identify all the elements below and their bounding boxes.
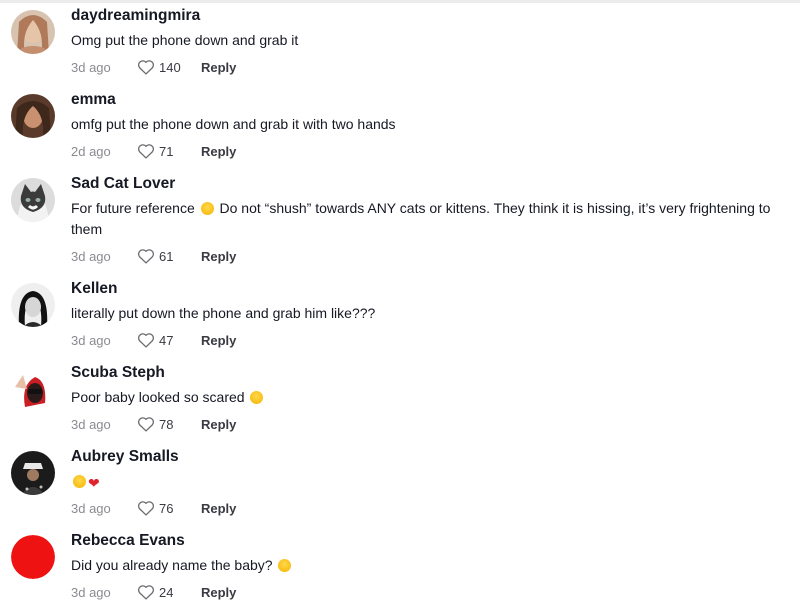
comment-text-start: For future reference <box>71 200 199 216</box>
comment-text: Did you already name the baby? <box>71 555 793 576</box>
sweat-smile-emoji <box>200 202 214 215</box>
heart-outline-icon <box>137 249 155 264</box>
like-count: 71 <box>159 143 174 159</box>
comment-meta: 3d ago 61 Reply <box>71 246 793 266</box>
comment-meta: 3d ago 78 Reply <box>71 414 793 434</box>
avatar[interactable] <box>11 94 55 138</box>
like-count: 47 <box>159 332 174 348</box>
comment-text: Omg put the phone down and grab it <box>71 32 299 48</box>
like-count: 76 <box>159 500 174 516</box>
pleading-face-emoji <box>278 559 292 572</box>
like-button[interactable]: 71 <box>137 143 193 159</box>
comment-body: Scuba Steph Poor baby looked so scared 3… <box>71 363 793 434</box>
timestamp: 3d ago <box>71 416 111 432</box>
like-count: 78 <box>159 416 174 432</box>
username[interactable]: daydreamingmira <box>71 6 793 26</box>
like-button[interactable]: 76 <box>137 500 193 516</box>
username[interactable]: Aubrey Smalls <box>71 447 793 467</box>
comment-body: Sad Cat Lover For future reference Do no… <box>71 174 793 266</box>
timestamp: 3d ago <box>71 332 111 348</box>
heart-outline-icon <box>137 60 155 75</box>
avatar[interactable] <box>11 283 55 327</box>
comment-body: Kellen literally put down the phone and … <box>71 279 793 350</box>
reply-button[interactable]: Reply <box>201 249 236 264</box>
reply-button[interactable]: Reply <box>201 501 236 516</box>
timestamp: 3d ago <box>71 59 111 75</box>
comment-text: literally put down the phone and grab hi… <box>71 305 376 321</box>
username[interactable]: Sad Cat Lover <box>71 174 793 194</box>
avatar[interactable] <box>11 535 55 579</box>
like-button[interactable]: 47 <box>137 332 193 348</box>
username[interactable]: Rebecca Evans <box>71 531 793 551</box>
comment-meta: 3d ago 24 Reply <box>71 582 793 602</box>
heart-outline-icon <box>137 333 155 348</box>
comment-text: For future reference Do not “shush” towa… <box>71 198 793 240</box>
avatar[interactable] <box>11 10 55 54</box>
avatar[interactable] <box>11 451 55 495</box>
reply-button[interactable]: Reply <box>201 60 236 75</box>
comment-text: omfg put the phone down and grab it with… <box>71 116 396 132</box>
timestamp: 3d ago <box>71 500 111 516</box>
comment-meta: 3d ago 76 Reply <box>71 498 793 518</box>
comment-body: emma omfg put the phone down and grab it… <box>71 90 793 161</box>
top-divider <box>0 0 800 3</box>
comment-meta: 2d ago 71 Reply <box>71 141 793 161</box>
crying-face-emoji <box>73 475 86 488</box>
like-button[interactable]: 140 <box>137 59 193 75</box>
like-count: 24 <box>159 584 174 600</box>
timestamp: 2d ago <box>71 143 111 159</box>
like-count: 61 <box>159 248 174 264</box>
like-button[interactable]: 61 <box>137 248 193 264</box>
username[interactable]: emma <box>71 90 793 110</box>
comment-meta: 3d ago 140 Reply <box>71 57 793 77</box>
avatar[interactable] <box>11 178 55 222</box>
comment-body: Aubrey Smalls ❤ 3d ago 76 Reply <box>71 447 793 518</box>
comment-text: ❤ <box>71 471 793 492</box>
reply-button[interactable]: Reply <box>201 585 236 600</box>
username[interactable]: Kellen <box>71 279 793 299</box>
heart-outline-icon <box>137 144 155 159</box>
like-count: 140 <box>159 59 181 75</box>
timestamp: 3d ago <box>71 584 111 600</box>
comment-body: daydreamingmira Omg put the phone down a… <box>71 6 793 77</box>
heart-outline-icon <box>137 501 155 516</box>
comment-body: Rebecca Evans Did you already name the b… <box>71 531 793 602</box>
pleading-face-emoji <box>250 391 264 404</box>
comment-text: Poor baby looked so scared <box>71 387 793 408</box>
avatar[interactable] <box>11 367 55 411</box>
comment-meta: 3d ago 47 Reply <box>71 330 793 350</box>
username[interactable]: Scuba Steph <box>71 363 793 383</box>
comment-text-start: Poor baby looked so scared <box>71 389 249 405</box>
mending-heart-emoji: ❤ <box>88 475 100 491</box>
heart-outline-icon <box>137 417 155 432</box>
comment-text-start: Did you already name the baby? <box>71 557 277 573</box>
like-button[interactable]: 78 <box>137 416 193 432</box>
reply-button[interactable]: Reply <box>201 333 236 348</box>
reply-button[interactable]: Reply <box>201 417 236 432</box>
timestamp: 3d ago <box>71 248 111 264</box>
reply-button[interactable]: Reply <box>201 144 236 159</box>
